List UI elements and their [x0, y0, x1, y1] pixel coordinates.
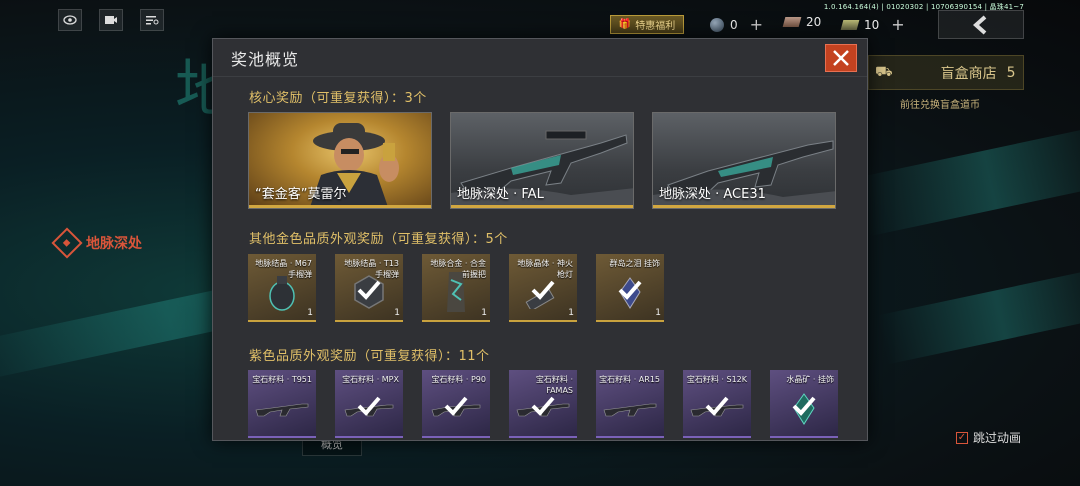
purple-reward-item[interactable]: 宝石籽料 · P90	[422, 370, 490, 438]
owned-check-icon	[705, 396, 729, 416]
item-name: 地脉结晶 · T13手榴弹	[344, 259, 399, 279]
skip-animation-label: 跳过动画	[973, 431, 1022, 445]
prize-pool-modal: 奖池概览 核心奖励（可重复获得）：3个 “套金客”莫雷尔 地脉深处 · FAL	[212, 38, 868, 441]
purple-reward-item[interactable]: 宝石籽料 · S12K	[683, 370, 751, 438]
item-count: 1	[655, 308, 661, 318]
item-name: 宝石籽料 · MPX	[342, 375, 399, 384]
core-reward-label: 地脉深处 · ACE31	[659, 187, 766, 202]
gift-icon: 🎁	[618, 19, 632, 30]
core-reward-label: 地脉深处 · FAL	[457, 187, 544, 202]
item-name: 群岛之泪 挂饰	[609, 259, 660, 268]
item-name: 地脉晶体 · 神火枪灯	[517, 259, 573, 279]
back-button[interactable]	[938, 10, 1024, 39]
item-count: 1	[394, 308, 400, 318]
voucher-icon	[840, 19, 860, 30]
owned-check-icon	[792, 396, 816, 416]
gold-quality-bar	[249, 205, 431, 208]
skip-animation-checkbox[interactable]: ✓	[956, 431, 968, 444]
event-emblem-icon: ◆	[51, 227, 83, 259]
modal-title: 奖池概览	[231, 49, 300, 69]
item-name: 宝石籽料 · FAMAS	[535, 375, 573, 395]
purple-reward-item[interactable]: 宝石籽料 · FAMAS	[509, 370, 577, 438]
gem-amount: 0	[730, 17, 738, 32]
core-section-title: 核心奖励（可重复获得）：3个	[249, 91, 427, 106]
core-reward-card[interactable]: “套金客”莫雷尔	[248, 112, 432, 209]
background-streak	[877, 265, 1080, 365]
ticket-amount: 20	[806, 15, 822, 29]
gold-reward-item[interactable]: 地脉结晶 · M67手榴弹 1	[248, 254, 316, 322]
gold-section-title: 其他金色品质外观奖励（可重复获得）：5个	[249, 232, 508, 247]
purple-reward-item[interactable]: 宝石籽料 · T951	[248, 370, 316, 438]
item-count: 1	[568, 308, 574, 318]
owned-check-icon	[618, 280, 642, 300]
shop-subtext[interactable]: 前往兑换盲盒道币	[900, 96, 980, 111]
currency-ticket: 20	[782, 15, 822, 29]
gold-reward-item[interactable]: 地脉结晶 · T13手榴弹 1	[335, 254, 403, 322]
ticket-icon	[782, 17, 802, 27]
close-icon	[833, 50, 849, 66]
gold-reward-item[interactable]: 群岛之泪 挂饰 1	[596, 254, 664, 322]
eye-icon[interactable]	[58, 9, 82, 31]
item-name: 地脉结晶 · M67手榴弹	[255, 259, 312, 279]
close-button[interactable]	[825, 44, 857, 72]
modal-header: 奖池概览	[213, 39, 867, 77]
background-streak	[856, 123, 1080, 237]
shop-label: 盲盒商店	[940, 65, 997, 82]
core-reward-card[interactable]: 地脉深处 · ACE31	[652, 112, 836, 209]
item-count: 1	[481, 308, 487, 318]
owned-check-icon	[357, 396, 381, 416]
item-name: 地脉合金 · 合金前握把	[430, 259, 486, 279]
owned-check-icon	[444, 396, 468, 416]
item-count: 1	[307, 308, 313, 318]
shop-cart-icon: ⛟	[875, 63, 893, 80]
gold-reward-item[interactable]: 地脉合金 · 合金前握把 1	[422, 254, 490, 322]
item-name: 宝石籽料 · T951	[252, 375, 312, 384]
side-event-text: 地脉深处	[86, 236, 142, 252]
purple-reward-item[interactable]: 宝石籽料 · MPX	[335, 370, 403, 438]
chevron-left-icon	[972, 15, 987, 34]
item-name: 宝石籽料 · S12K	[686, 375, 747, 384]
purple-reward-item[interactable]: 水晶矿 · 挂饰	[770, 370, 838, 438]
purple-section-title: 紫色品质外观奖励（可重复获得）：11个	[249, 349, 490, 364]
item-name: 水晶矿 · 挂饰	[786, 375, 834, 384]
shop-count: 5	[1006, 64, 1016, 81]
item-name: 宝石籽料 · P90	[431, 375, 486, 384]
gold-quality-bar	[451, 205, 633, 208]
gem-icon	[710, 17, 724, 32]
gold-quality-bar	[653, 205, 835, 208]
welfare-label: 特惠福利	[635, 21, 676, 32]
side-event-label[interactable]: ◆ 地脉深处	[51, 227, 142, 259]
purple-reward-item[interactable]: 宝石籽料 · AR15	[596, 370, 664, 438]
special-welfare-button[interactable]: 🎁 特惠福利	[610, 15, 684, 34]
gold-reward-item[interactable]: 地脉晶体 · 神火枪灯 1	[509, 254, 577, 322]
add-voucher-button[interactable]: +	[891, 15, 904, 34]
add-gem-button[interactable]: +	[750, 15, 763, 34]
rifle-icon	[255, 403, 309, 417]
voucher-amount: 10	[864, 17, 880, 32]
rifle-icon	[603, 403, 657, 417]
currency-gem: 0 +	[710, 15, 763, 34]
item-name: 宝石籽料 · AR15	[599, 375, 660, 384]
core-reward-card[interactable]: 地脉深处 · FAL	[450, 112, 634, 209]
currency-voucher: 10 +	[840, 15, 905, 34]
video-icon[interactable]	[99, 9, 123, 31]
blind-box-shop-button[interactable]: ⛟ 盲盒商店 5	[868, 55, 1024, 90]
skip-animation-toggle[interactable]: ✓ 跳过动画	[956, 429, 1021, 446]
core-reward-label: “套金客”莫雷尔	[255, 187, 347, 202]
settings-list-icon[interactable]	[140, 9, 164, 31]
